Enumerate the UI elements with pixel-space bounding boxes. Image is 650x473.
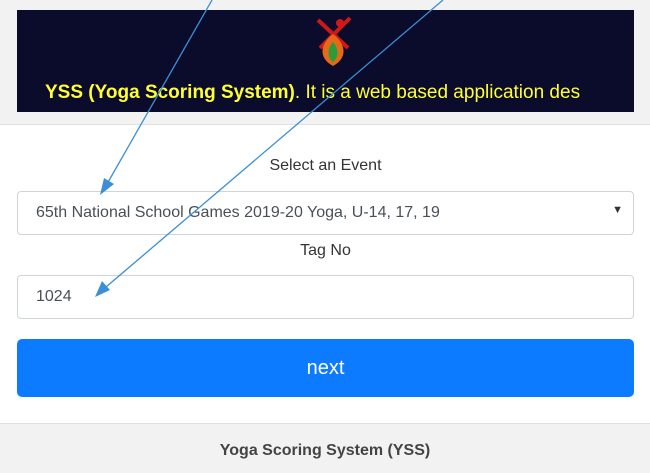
banner-title-bold: YSS (Yoga Scoring System) — [45, 82, 295, 103]
event-select[interactable]: 65th National School Games 2019-20 Yoga,… — [17, 191, 634, 235]
footer: Yoga Scoring System (YSS) — [0, 423, 650, 473]
page: YSS (Yoga Scoring System). It is a web b… — [0, 0, 650, 473]
event-select-value: 65th National School Games 2019-20 Yoga,… — [36, 204, 440, 221]
chevron-down-icon: ▼ — [612, 204, 623, 216]
event-label: Select an Event — [269, 157, 382, 174]
banner: YSS (Yoga Scoring System). It is a web b… — [17, 10, 634, 112]
yoga-leaf-logo-icon — [316, 16, 352, 66]
next-button[interactable]: next — [17, 339, 634, 397]
header-divider — [0, 124, 650, 125]
tag-label: Tag No — [300, 242, 351, 259]
banner-title-rest: . It is a web based application des — [294, 82, 581, 103]
banner-title: YSS (Yoga Scoring System). It is a web b… — [45, 82, 580, 104]
header-band: YSS (Yoga Scoring System). It is a web b… — [0, 0, 650, 124]
tag-no-input[interactable] — [17, 275, 634, 319]
